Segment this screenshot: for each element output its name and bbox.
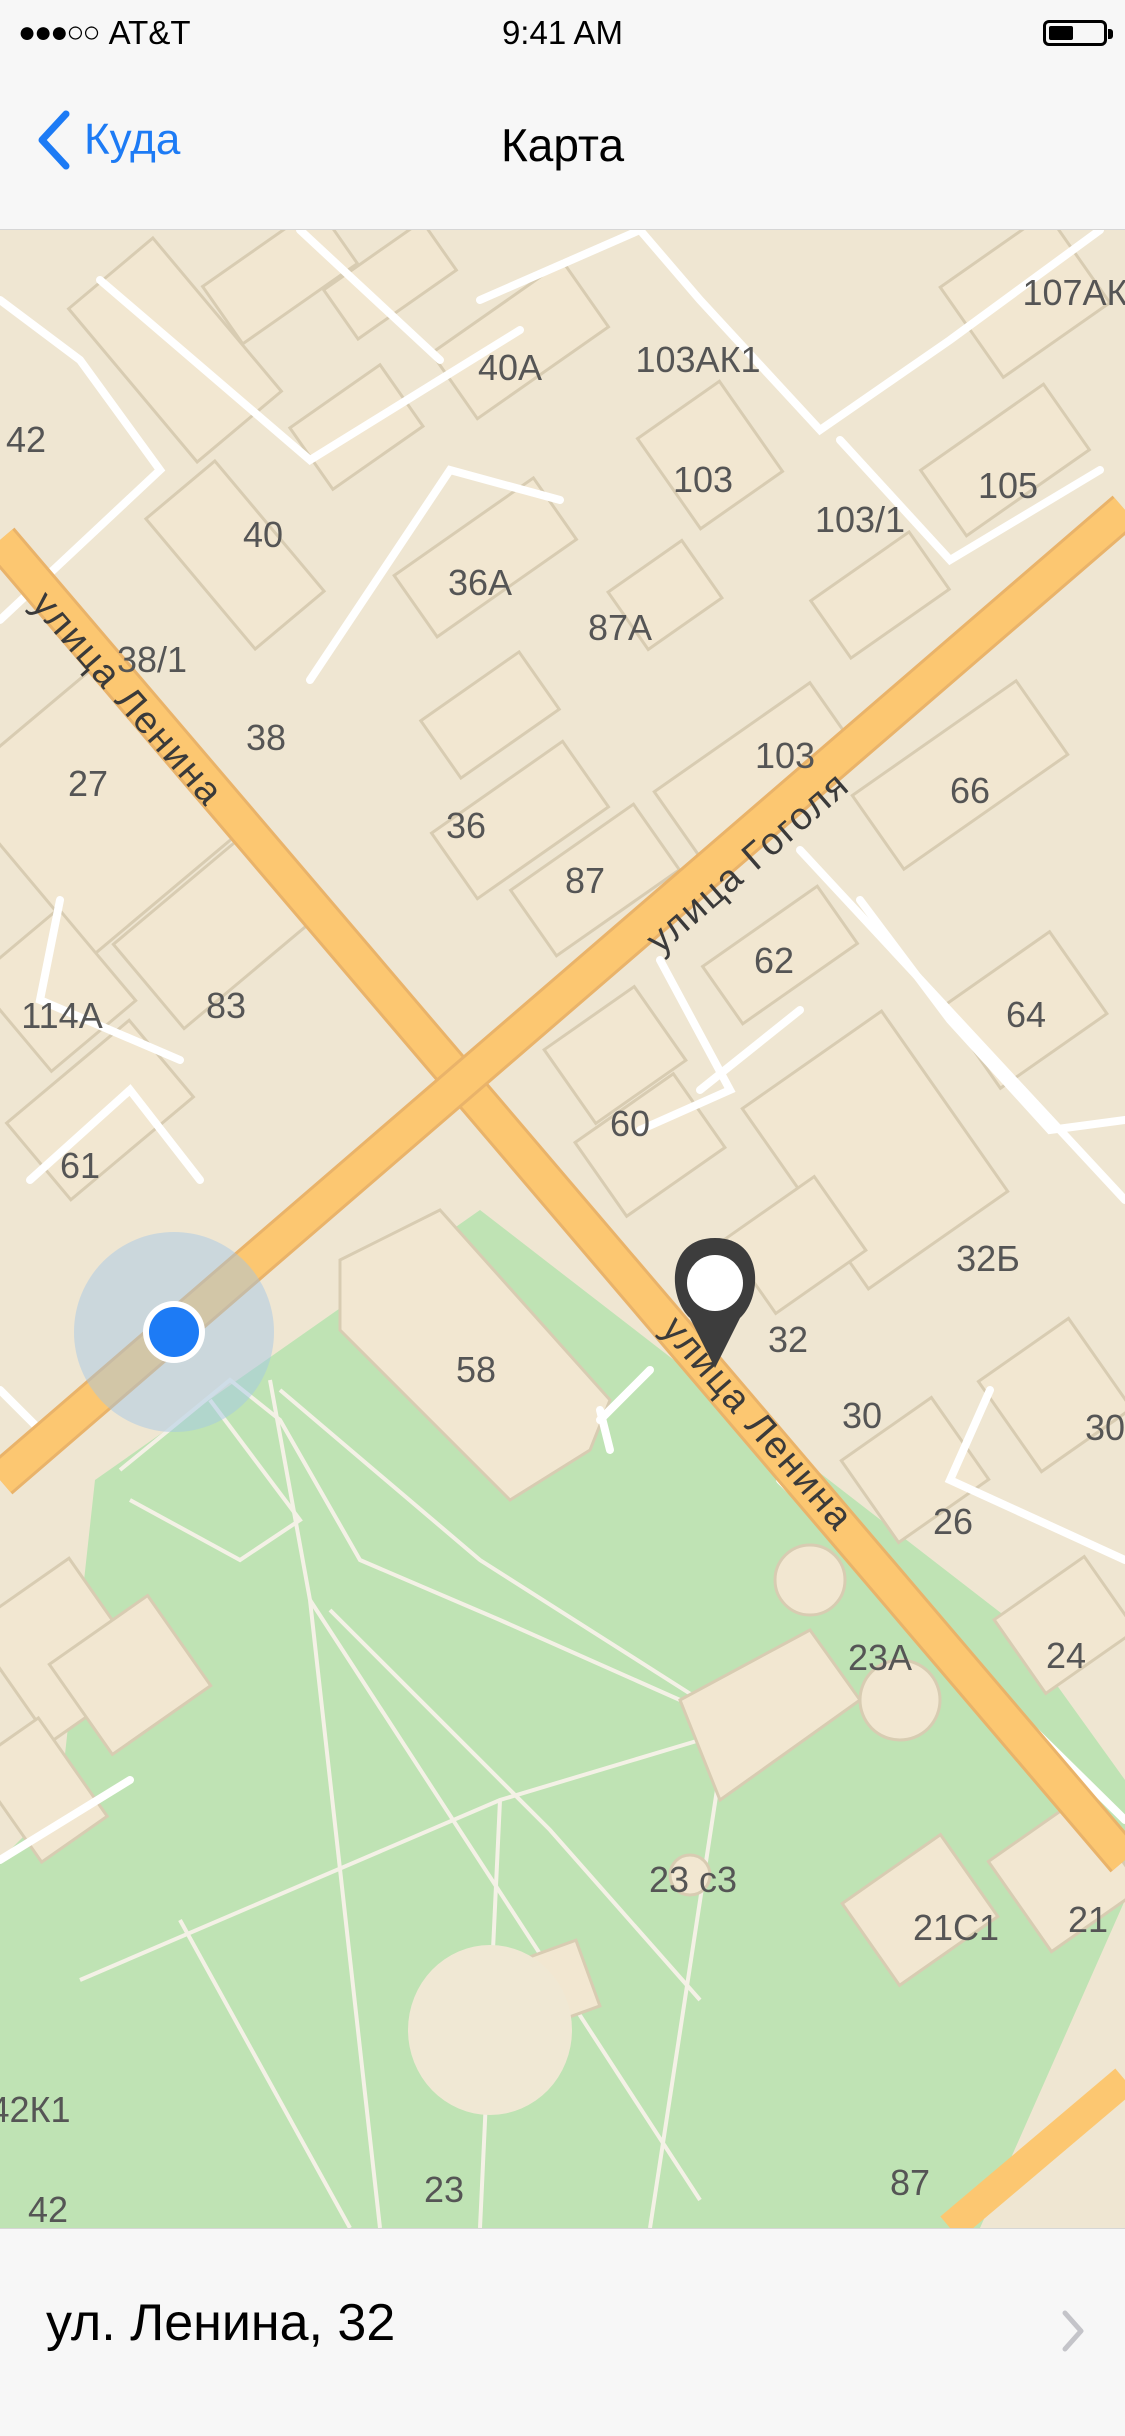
house-number: 23	[424, 2169, 464, 2210]
house-number: 23А	[848, 1637, 912, 1678]
house-number: 58	[456, 1349, 496, 1390]
page-title: Карта	[500, 119, 625, 171]
house-number: 87	[565, 860, 605, 901]
house-number: 64	[1006, 994, 1046, 1035]
map-view[interactable]: улица Ленина улица Гоголя улица Ленина 1…	[0, 230, 1125, 2228]
fountain-circle	[408, 1945, 572, 2115]
house-number: 32	[768, 1319, 808, 1360]
navigation-bar: Куда Карта	[0, 64, 1125, 230]
house-number: 103АК1	[635, 339, 760, 380]
house-number: 42К1	[0, 2089, 71, 2130]
house-number: 42	[28, 2189, 68, 2228]
house-number: 32Б	[956, 1238, 1020, 1279]
house-number: 24	[1046, 1635, 1086, 1676]
house-number: 103	[755, 735, 815, 776]
house-number: 21С1	[913, 1907, 999, 1948]
house-number: 38	[246, 717, 286, 758]
house-number: 40	[243, 514, 283, 555]
status-bar: ●●●○○ AT&T 9:41 AM	[0, 0, 1125, 64]
map-canvas: улица Ленина улица Гоголя улица Ленина 1…	[0, 230, 1125, 2228]
house-number: 107АК	[1022, 272, 1125, 313]
house-number: 103/1	[815, 499, 905, 540]
house-number: 62	[754, 940, 794, 981]
house-number: 30	[1085, 1407, 1125, 1448]
house-number: 87	[890, 2162, 930, 2203]
house-number: 26	[933, 1501, 973, 1542]
house-number: 105	[978, 465, 1038, 506]
house-number: 23 с3	[649, 1859, 737, 1900]
house-number: 21	[1068, 1899, 1108, 1940]
status-time: 9:41 AM	[501, 14, 624, 51]
house-number: 66	[950, 770, 990, 811]
house-number: 114А	[21, 995, 102, 1036]
selected-address: ул. Ленина, 32	[46, 2294, 396, 2352]
house-number: 42	[6, 419, 46, 460]
house-number: 60	[610, 1103, 650, 1144]
address-row[interactable]: ул. Ленина, 32	[0, 2228, 1125, 2436]
house-number: 40А	[478, 347, 542, 388]
house-number: 27	[68, 763, 108, 804]
battery-icon	[1043, 20, 1113, 46]
house-number: 36	[446, 805, 486, 846]
house-number: 61	[60, 1145, 100, 1186]
house-number: 30	[842, 1395, 882, 1436]
house-number: 103	[673, 459, 733, 500]
user-location-marker[interactable]	[74, 1232, 274, 1432]
house-number: 87А	[588, 607, 652, 648]
house-number: 83	[206, 985, 246, 1026]
house-number: 36А	[448, 562, 512, 603]
chevron-right-icon	[1062, 2310, 1084, 2352]
house-number: 38/1	[117, 639, 187, 680]
